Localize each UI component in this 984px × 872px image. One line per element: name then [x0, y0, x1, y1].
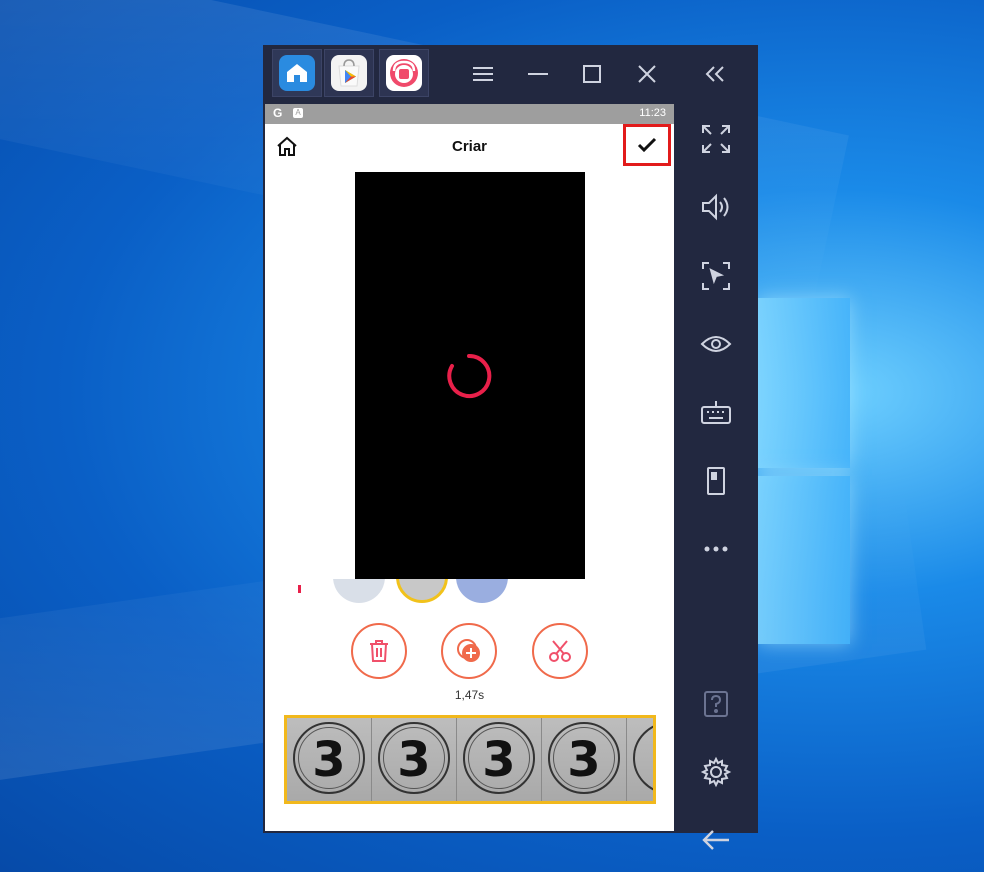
- volume-icon[interactable]: [698, 189, 734, 225]
- delete-button[interactable]: [351, 623, 407, 679]
- countdown-digit: 3: [312, 731, 346, 788]
- eye-icon[interactable]: [698, 326, 734, 362]
- emulator-sidebar: [674, 101, 758, 850]
- checkmark-icon: [637, 137, 657, 153]
- keyboard-icon[interactable]: [698, 394, 734, 430]
- countdown-digit: 3: [567, 731, 601, 788]
- add-clip-button[interactable]: [441, 623, 497, 679]
- recorder-app-icon: [386, 55, 422, 91]
- emulator-window: G A 11:23 Criar 1,47s 3 3 3 3: [263, 45, 758, 850]
- filmstrip-frame: 3: [287, 718, 372, 801]
- clip-duration: 1,47s: [454, 688, 485, 702]
- countdown-digit: 3: [482, 731, 516, 788]
- close-icon[interactable]: [632, 59, 662, 89]
- filmstrip-frame: 3: [457, 718, 542, 801]
- filmstrip-frame-partial: [627, 718, 653, 801]
- android-screen: G A 11:23 Criar 1,47s 3 3 3 3: [265, 104, 674, 831]
- maximize-icon[interactable]: [577, 59, 607, 89]
- google-notification-icon: G: [273, 106, 283, 120]
- windows-logo-pane: [758, 298, 850, 468]
- emulator-topbar: [263, 45, 758, 101]
- filmstrip-frame: 3: [542, 718, 627, 801]
- windows-logo: [758, 298, 852, 646]
- tab-play-store[interactable]: [324, 49, 374, 97]
- clip-thumbnails-row: [265, 579, 674, 603]
- playhead-marker: [298, 585, 301, 593]
- app-header: Criar: [265, 124, 674, 170]
- clip-thumbnail[interactable]: [456, 579, 508, 603]
- help-icon[interactable]: [698, 686, 734, 722]
- minimize-icon[interactable]: [523, 59, 553, 89]
- loading-spinner-icon: [447, 353, 492, 398]
- countdown-digit: 3: [397, 731, 431, 788]
- home-icon: [279, 55, 315, 91]
- screen-select-icon[interactable]: [698, 258, 734, 294]
- tab-home[interactable]: [272, 49, 322, 97]
- confirm-button[interactable]: [623, 124, 671, 166]
- filmstrip-frame: 3: [372, 718, 457, 801]
- menu-icon[interactable]: [468, 59, 498, 89]
- back-arrow-icon[interactable]: [698, 822, 734, 858]
- scissors-icon: [549, 640, 571, 662]
- status-time: 11:23: [639, 107, 666, 119]
- collapse-sidebar-icon[interactable]: [700, 59, 730, 89]
- video-preview[interactable]: [355, 172, 585, 579]
- tab-screen-recorder[interactable]: [379, 49, 429, 97]
- windows-logo-pane: [758, 476, 850, 644]
- play-store-icon: [331, 55, 367, 91]
- more-icon[interactable]: [698, 531, 734, 567]
- app-notification-icon: A: [293, 108, 303, 118]
- device-icon[interactable]: [698, 463, 734, 499]
- clip-thumbnail-selected[interactable]: [396, 579, 448, 603]
- clip-thumbnail[interactable]: [333, 579, 385, 603]
- settings-icon[interactable]: [698, 754, 734, 790]
- fullscreen-icon[interactable]: [698, 121, 734, 157]
- trash-icon: [370, 640, 388, 662]
- filmstrip-timeline[interactable]: 3 3 3 3: [284, 715, 656, 804]
- page-title: Criar: [451, 138, 488, 155]
- android-status-bar: G A 11:23: [265, 104, 674, 124]
- add-circle-icon: [457, 639, 480, 662]
- cut-button[interactable]: [532, 623, 588, 679]
